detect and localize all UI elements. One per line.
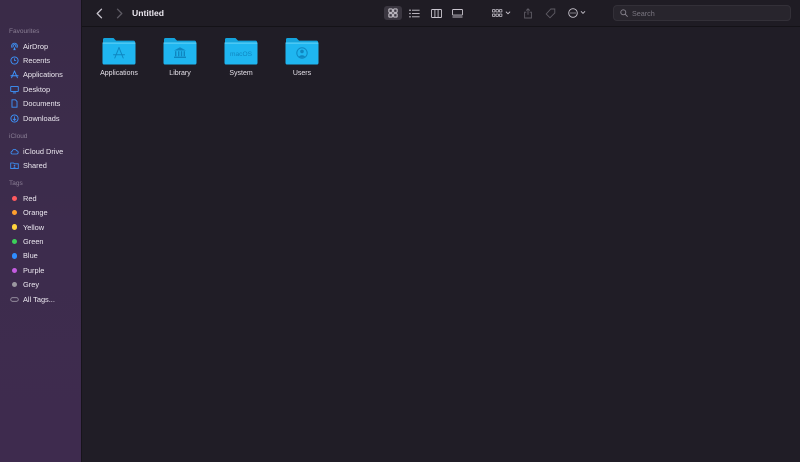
column-view-button[interactable]: [427, 6, 445, 20]
finder-window: Favourites AirDrop Recents Applications …: [0, 0, 800, 462]
tag-color-dot: [10, 223, 19, 232]
file-browser-content: Applications Library macOS System Users: [82, 27, 800, 462]
sidebar-item-label: Documents: [23, 99, 61, 109]
list-view-icon: [408, 8, 420, 18]
sidebar: Favourites AirDrop Recents Applications …: [0, 0, 82, 462]
list-view-button[interactable]: [405, 6, 423, 20]
all-tags-icon: [10, 295, 19, 304]
folder-item-users[interactable]: Users: [274, 36, 330, 77]
applications-icon: [10, 70, 19, 79]
sidebar-item-shared[interactable]: Shared: [0, 159, 81, 173]
desktop-icon: [10, 85, 19, 94]
download-icon: [10, 114, 19, 123]
back-button[interactable]: [93, 7, 105, 19]
search-icon: [620, 9, 628, 17]
tag-color-dot: [10, 237, 19, 246]
folder-label: Library: [169, 70, 191, 77]
sidebar-section-icloud: iCloud: [9, 133, 28, 141]
system-folder-badge: macOS: [230, 51, 253, 58]
share-button[interactable]: [521, 6, 535, 20]
search-field[interactable]: [613, 5, 791, 21]
folder-label: Applications: [100, 70, 138, 77]
sidebar-item-applications[interactable]: Applications: [0, 68, 81, 82]
sidebar-item-label: Green: [23, 236, 44, 246]
tag-color-dot: [10, 194, 19, 203]
clock-icon: [10, 56, 19, 65]
sidebar-tag-green[interactable]: Green: [0, 234, 81, 248]
sidebar-tag-blue[interactable]: Blue: [0, 249, 81, 263]
main-pane: Untitled Search Applications Library mac…: [82, 0, 800, 462]
sidebar-item-label: All Tags...: [23, 294, 55, 304]
sidebar-item-label: Purple: [23, 265, 45, 275]
airdrop-icon: [10, 42, 19, 51]
folder-item-applications[interactable]: Applications: [91, 36, 147, 77]
search-input[interactable]: [632, 8, 782, 18]
sidebar-item-airdrop[interactable]: AirDrop: [0, 39, 81, 53]
sidebar-item-all-tags[interactable]: All Tags...: [0, 292, 81, 306]
group-grid-icon: [492, 8, 511, 17]
share-icon: [524, 7, 532, 18]
cloud-icon: [10, 147, 19, 156]
document-icon: [10, 99, 19, 108]
toolbar: Untitled: [82, 0, 800, 27]
grid-view-icon: [388, 8, 398, 18]
folder-item-system[interactable]: macOS System: [213, 36, 269, 77]
sidebar-item-label: Desktop: [23, 84, 51, 94]
sidebar-item-label: AirDrop: [23, 41, 49, 51]
icon-view-button[interactable]: [384, 6, 402, 20]
gallery-view-button[interactable]: [448, 6, 466, 20]
window-title: Untitled: [132, 8, 164, 18]
sidebar-item-desktop[interactable]: Desktop: [0, 82, 81, 96]
more-actions-button[interactable]: [566, 6, 590, 20]
chevron-right-icon: [116, 8, 122, 18]
sidebar-tag-grey[interactable]: Grey: [0, 277, 81, 291]
ellipsis-circle-icon: [568, 8, 586, 18]
sidebar-item-label: Shared: [23, 161, 47, 171]
column-view-icon: [430, 8, 442, 18]
sidebar-section-tags: Tags: [9, 180, 23, 188]
sidebar-item-label: Recents: [23, 56, 51, 66]
users-folder-icon: [285, 38, 319, 65]
folder-label: Users: [292, 70, 312, 77]
sidebar-item-label: Blue: [23, 251, 38, 261]
gallery-view-icon: [451, 8, 463, 17]
sidebar-item-documents[interactable]: Documents: [0, 97, 81, 111]
sidebar-item-label: Downloads: [23, 113, 60, 123]
sidebar-tag-orange[interactable]: Orange: [0, 206, 81, 220]
forward-button[interactable]: [113, 7, 125, 19]
sidebar-item-label: Applications: [23, 70, 63, 80]
sidebar-item-downloads[interactable]: Downloads: [0, 111, 81, 125]
sidebar-item-recents[interactable]: Recents: [0, 53, 81, 67]
sidebar-item-label: Grey: [23, 280, 40, 290]
applications-folder-icon: [102, 38, 136, 65]
tag-color-dot: [10, 266, 19, 275]
sidebar-item-label: Yellow: [23, 222, 45, 232]
sidebar-item-label: Orange: [23, 208, 48, 218]
chevron-left-icon: [96, 8, 102, 18]
tag-color-dot: [10, 208, 19, 217]
library-folder-icon: [163, 38, 197, 65]
shared-folder-icon: [10, 161, 19, 170]
sidebar-tag-yellow[interactable]: Yellow: [0, 220, 81, 234]
sidebar-section-favourites: Favourites: [9, 28, 40, 35]
sidebar-tag-purple[interactable]: Purple: [0, 263, 81, 277]
tag-icon: [545, 8, 555, 18]
sidebar-item-label: Red: [23, 193, 37, 203]
folder-label: System: [229, 70, 253, 77]
group-by-button[interactable]: [490, 6, 514, 20]
sidebar-tag-red[interactable]: Red: [0, 191, 81, 205]
folder-item-library[interactable]: Library: [152, 36, 208, 77]
tag-color-dot: [10, 251, 19, 260]
system-folder-icon: macOS: [224, 38, 258, 65]
tag-color-dot: [10, 280, 19, 289]
tag-button[interactable]: [543, 6, 557, 20]
sidebar-item-icloud-drive[interactable]: iCloud Drive: [0, 144, 81, 158]
sidebar-item-label: iCloud Drive: [23, 147, 64, 157]
